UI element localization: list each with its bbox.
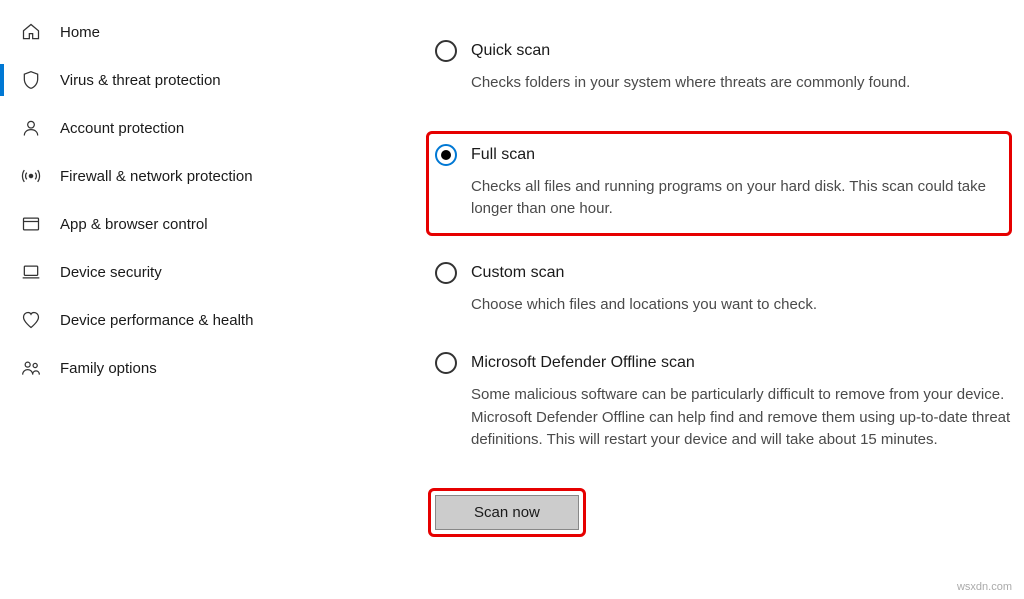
scan-option-title: Quick scan <box>471 42 550 60</box>
radio-icon <box>435 40 457 62</box>
sidebar-item-firewall[interactable]: Firewall & network protection <box>0 152 370 200</box>
scan-option-title: Microsoft Defender Offline scan <box>471 354 695 372</box>
sidebar-item-account-protection[interactable]: Account protection <box>0 104 370 152</box>
scan-option-quick[interactable]: Quick scan Checks folders in your system… <box>435 40 1012 95</box>
sidebar-item-label: App & browser control <box>60 216 208 233</box>
scan-option-desc: Choose which files and locations you wan… <box>471 294 1012 317</box>
radio-icon <box>435 262 457 284</box>
main-content: Quick scan Checks folders in your system… <box>370 0 1024 599</box>
sidebar-item-label: Device performance & health <box>60 312 253 329</box>
sidebar-item-label: Firewall & network protection <box>60 168 253 185</box>
scan-option-title: Full scan <box>471 146 535 164</box>
sidebar-item-label: Family options <box>60 360 157 377</box>
radio-icon-selected <box>435 144 457 166</box>
home-icon <box>20 21 42 43</box>
sidebar-item-label: Device security <box>60 264 162 281</box>
highlight-box-scan-button: Scan now <box>428 488 586 537</box>
laptop-icon <box>20 261 42 283</box>
sidebar-item-label: Home <box>60 24 100 41</box>
scan-option-desc: Checks folders in your system where thre… <box>471 72 1012 95</box>
scan-option-title: Custom scan <box>471 264 564 282</box>
scan-option-desc: Some malicious software can be particula… <box>471 384 1012 452</box>
sidebar-item-device-security[interactable]: Device security <box>0 248 370 296</box>
radio-icon <box>435 352 457 374</box>
sidebar-item-app-browser[interactable]: App & browser control <box>0 200 370 248</box>
people-icon <box>20 357 42 379</box>
sidebar-item-virus-threat[interactable]: Virus & threat protection <box>0 56 370 104</box>
sidebar-item-home[interactable]: Home <box>0 8 370 56</box>
sidebar-item-family-options[interactable]: Family options <box>0 344 370 392</box>
scan-option-custom[interactable]: Custom scan Choose which files and locat… <box>435 262 1012 317</box>
watermark-text: wsxdn.com <box>957 581 1012 593</box>
scan-option-offline[interactable]: Microsoft Defender Offline scan Some mal… <box>435 352 1012 452</box>
scan-option-desc: Checks all files and running programs on… <box>471 176 1003 221</box>
person-icon <box>20 117 42 139</box>
shield-icon <box>20 69 42 91</box>
sidebar-item-device-performance[interactable]: Device performance & health <box>0 296 370 344</box>
antenna-icon <box>20 165 42 187</box>
scan-option-full[interactable]: Full scan Checks all files and running p… <box>435 144 1003 221</box>
sidebar-item-label: Virus & threat protection <box>60 72 221 89</box>
sidebar-item-label: Account protection <box>60 120 184 137</box>
scan-now-button[interactable]: Scan now <box>435 495 579 530</box>
heart-icon <box>20 309 42 331</box>
highlight-box-full-scan: Full scan Checks all files and running p… <box>426 131 1012 236</box>
sidebar-nav: Home Virus & threat protection Account p… <box>0 0 370 599</box>
window-icon <box>20 213 42 235</box>
